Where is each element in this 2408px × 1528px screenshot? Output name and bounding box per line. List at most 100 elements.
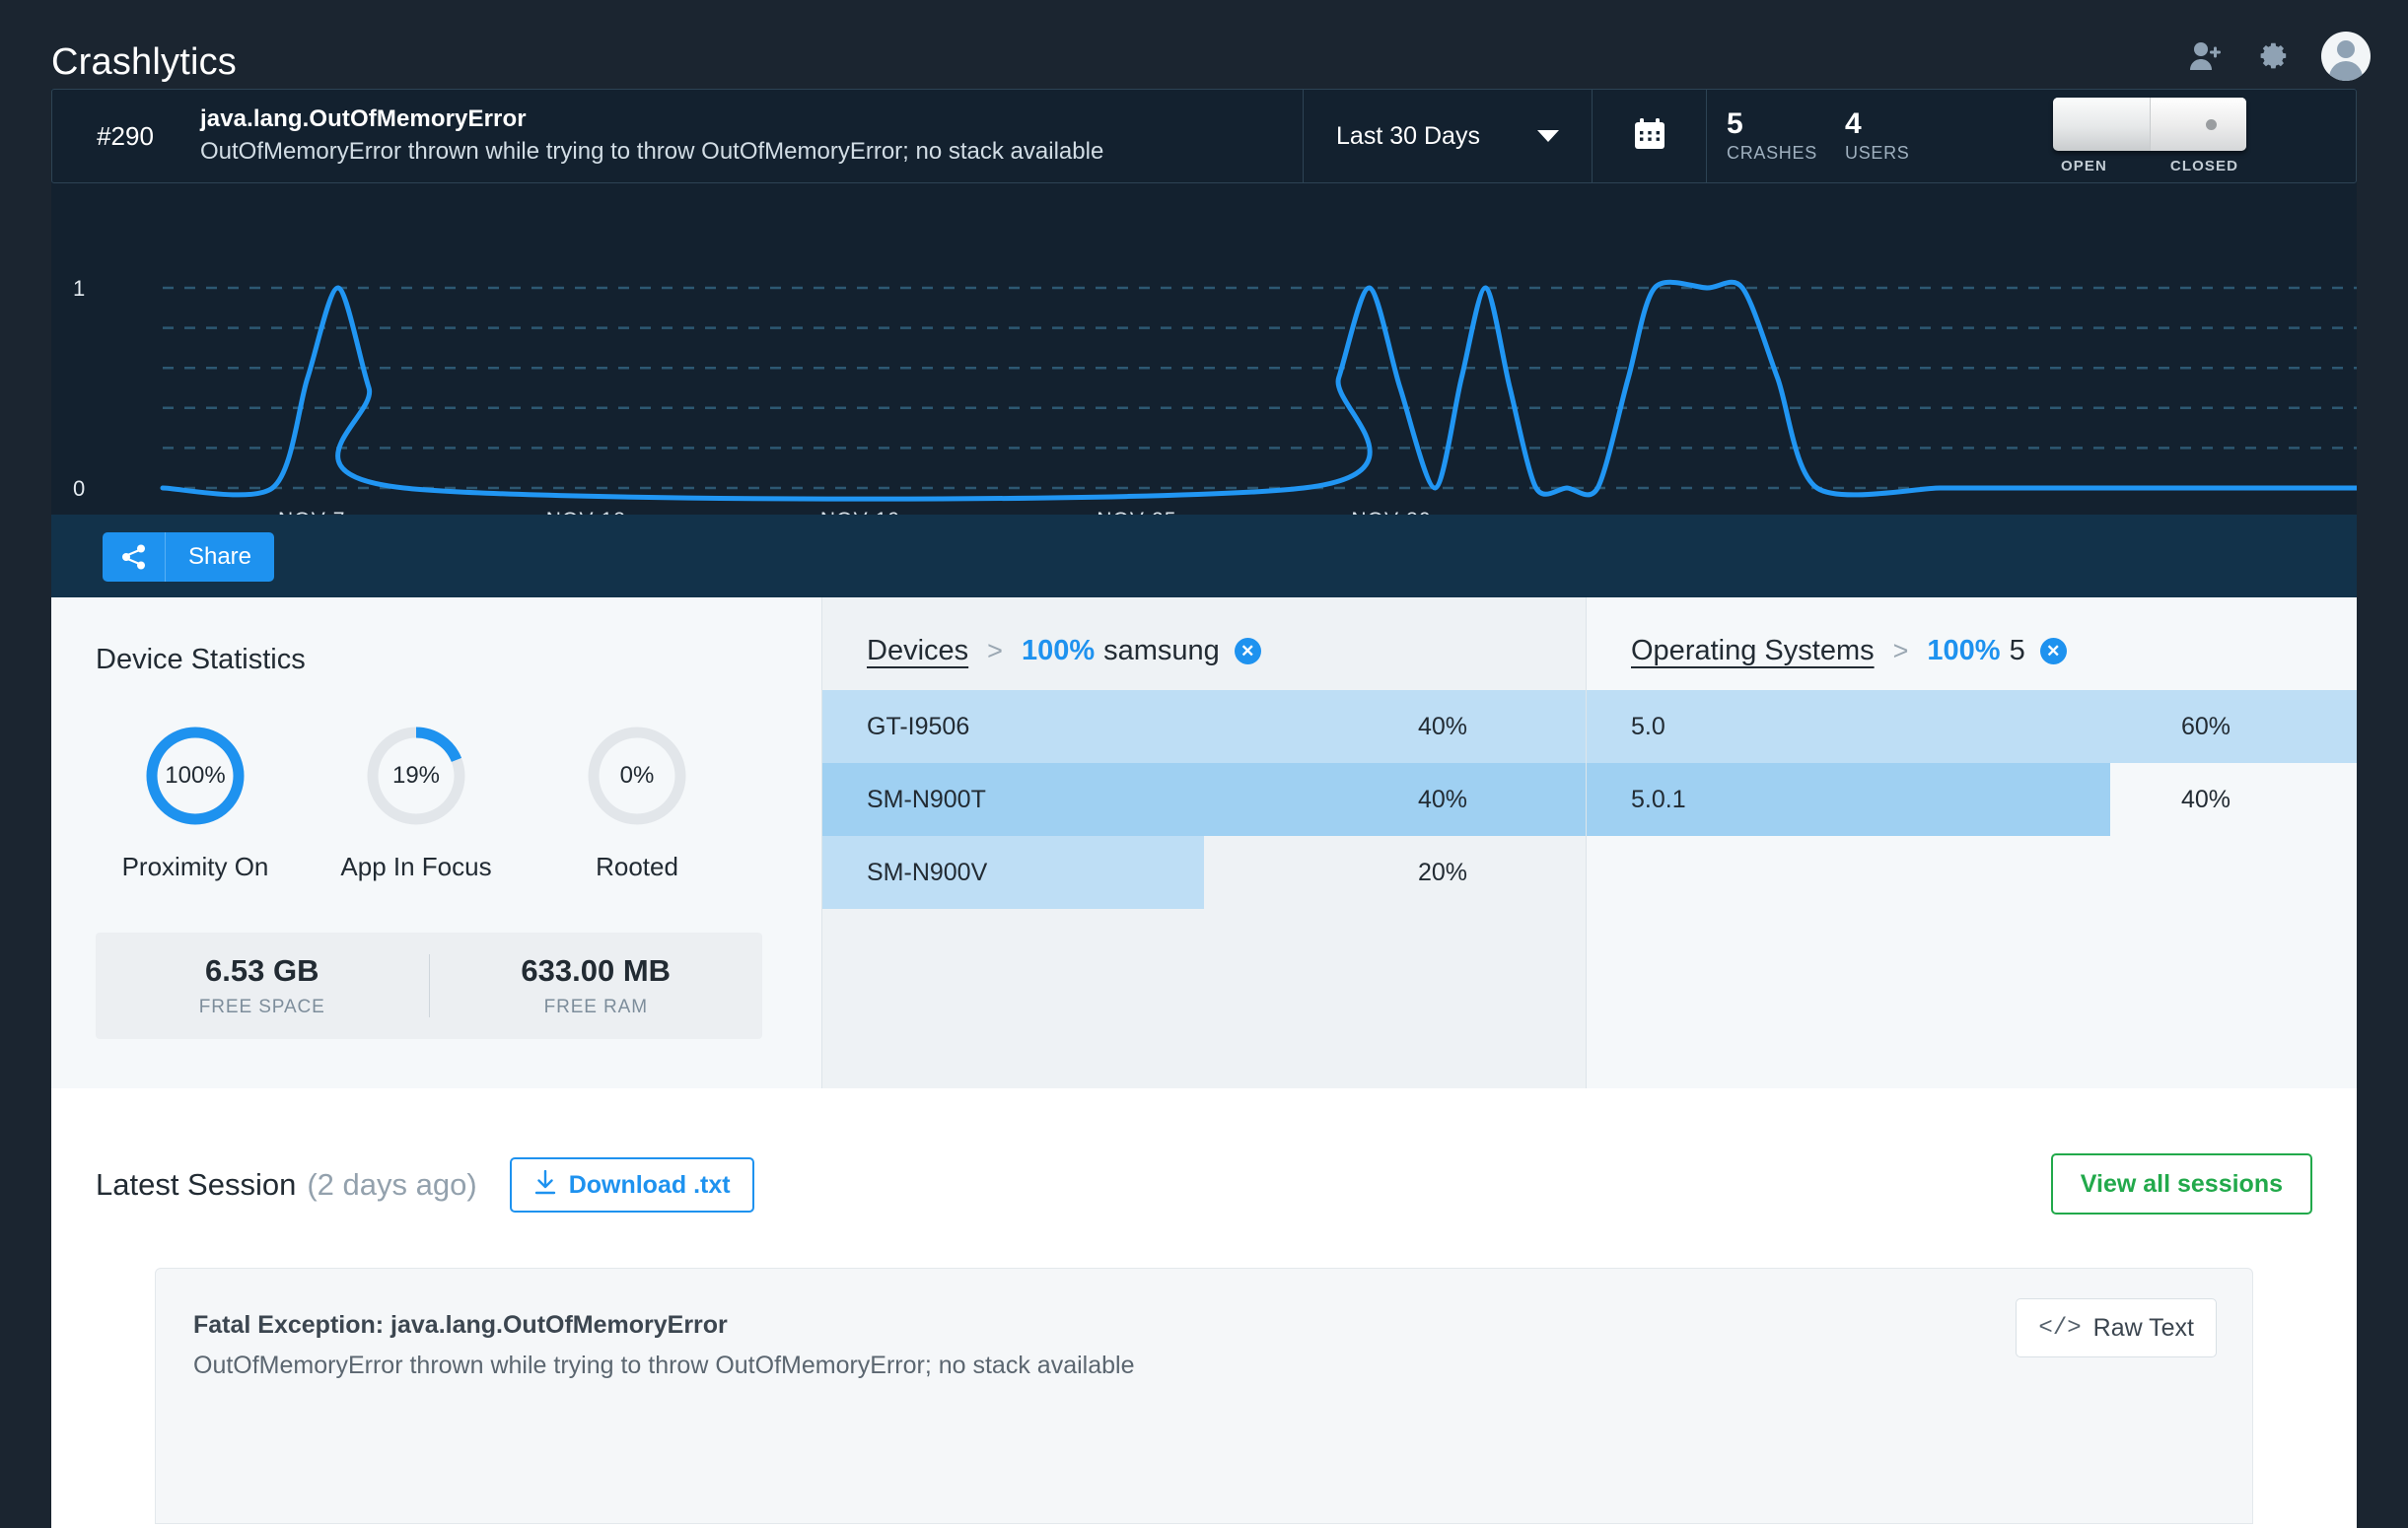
issue-dark-panel: #290 java.lang.OutOfMemoryError OutOfMem… — [51, 89, 2357, 531]
devices-breadcrumb-pct: 100% — [1021, 635, 1096, 666]
donut-chart: 19% — [364, 724, 468, 828]
toggle-open-label: OPEN — [2061, 158, 2107, 174]
open-closed-toggle-cell: OPEN CLOSED — [1944, 90, 2356, 182]
y-tick-bottom: 0 — [73, 476, 86, 501]
crashes-stat: 5 CRASHES — [1707, 90, 1825, 182]
bar-label: 5.0 — [1631, 712, 1665, 740]
toggle-knob — [2150, 98, 2246, 151]
donut-caption: App In Focus — [340, 852, 492, 881]
free-ram-label: FREE RAM — [543, 997, 648, 1017]
toggle-closed-label: CLOSED — [2169, 158, 2238, 174]
share-button[interactable]: Share — [103, 532, 274, 582]
os-breadcrumb-pct: 100% — [1927, 635, 2001, 666]
donut-stat: 100% Proximity On — [85, 724, 306, 882]
free-space-value: 6.53 GB — [205, 953, 319, 988]
memory-box: 6.53 GB FREE SPACE 633.00 MB FREE RAM — [96, 933, 762, 1039]
download-icon — [533, 1169, 557, 1201]
os-breadcrumb-separator: > — [1892, 636, 1909, 665]
donut-caption: Rooted — [596, 852, 678, 881]
donut-chart: 100% — [143, 724, 248, 828]
operating-systems-panel: Operating Systems > 100% 5 ✕ 5.0 60% 5.0.1… — [1586, 597, 2357, 1088]
issue-title: java.lang.OutOfMemoryError — [200, 105, 527, 133]
share-bar: Share — [51, 515, 2357, 597]
free-space-stat: 6.53 GB FREE SPACE — [96, 953, 429, 1018]
users-stat: 4 USERS — [1825, 90, 1944, 182]
issue-text-block: java.lang.OutOfMemoryError OutOfMemoryEr… — [198, 90, 1303, 182]
gear-icon[interactable] — [2254, 37, 2292, 75]
open-closed-toggle[interactable]: OPEN CLOSED — [2053, 98, 2246, 174]
exception-subtitle: OutOfMemoryError thrown while trying to … — [193, 1352, 1135, 1379]
calendar-button[interactable] — [1593, 90, 1707, 182]
donut-value: 0% — [619, 762, 655, 789]
date-range-label: Last 30 Days — [1336, 121, 1480, 150]
light-content: Device Statistics 100% Proximity On 19% App… — [51, 597, 2357, 1528]
bar-percent: 40% — [1417, 712, 1467, 740]
raw-text-label: Raw Text — [2092, 1313, 2194, 1342]
users-value: 4 — [1845, 106, 1862, 140]
crashes-value: 5 — [1727, 106, 1743, 140]
share-icon — [103, 532, 166, 582]
download-txt-button[interactable]: Download .txt — [509, 1157, 754, 1213]
os-breadcrumb-root[interactable]: Operating Systems — [1631, 635, 1875, 667]
free-ram-value: 633.00 MB — [521, 953, 672, 988]
devices-breadcrumb-root[interactable]: Devices — [867, 635, 968, 667]
raw-text-button[interactable]: </> Raw Text — [2016, 1298, 2217, 1357]
donut-stat: 0% Rooted — [527, 724, 747, 882]
donut-value: 100% — [165, 762, 226, 789]
topbar-icon-group — [2187, 32, 2371, 81]
bar-label: SM-N900V — [867, 858, 988, 886]
date-range-dropdown[interactable]: Last 30 Days — [1303, 90, 1593, 182]
bar-fill — [1587, 690, 2357, 763]
app-root: Crashlytics #290 java.lang.OutOfMemoryEr… — [0, 0, 2408, 1528]
device-statistics-title: Device Statistics — [96, 644, 306, 675]
os-breadcrumb: Operating Systems > 100% 5 ✕ — [1631, 635, 2067, 667]
session-timestamp: (2 days ago) — [307, 1167, 477, 1202]
avatar-body — [2329, 61, 2363, 81]
donut-group: 100% Proximity On 19% App In Focus 0% Rooted — [85, 724, 795, 882]
bar-row[interactable]: SM-N900V 20% — [822, 836, 1586, 909]
view-all-sessions-label: View all sessions — [2080, 1169, 2283, 1198]
donut-caption: Proximity On — [121, 852, 269, 881]
bar-row[interactable]: 5.0 60% — [1587, 690, 2357, 763]
bar-row[interactable]: SM-N900T 40% — [822, 763, 1586, 836]
bar-row[interactable]: 5.0.1 40% — [1587, 763, 2357, 836]
clear-filter-icon[interactable]: ✕ — [1234, 638, 1261, 664]
devices-breadcrumb-separator: > — [987, 636, 1003, 665]
devices-breadcrumb-name: samsung — [1103, 635, 1220, 666]
free-space-label: FREE SPACE — [198, 997, 325, 1017]
donut-stat: 19% App In Focus — [306, 724, 527, 882]
issue-number: #290 — [97, 120, 154, 151]
os-bar-list: 5.0 60% 5.0.1 40% — [1587, 690, 2357, 836]
devices-panel: Devices > 100% samsung ✕ GT-I9506 40% SM-N… — [821, 597, 1586, 1088]
issue-subtitle: OutOfMemoryError thrown while trying to … — [200, 138, 1104, 166]
bar-percent: 40% — [1417, 785, 1467, 813]
device-statistics-panel: Device Statistics 100% Proximity On 19% App… — [51, 597, 821, 1088]
calendar-icon — [1632, 116, 1667, 157]
os-breadcrumb-name: 5 — [2009, 635, 2025, 666]
latest-session-section: Latest Session (2 days ago) Download .tx… — [51, 1088, 2357, 1528]
user-plus-icon[interactable] — [2187, 37, 2225, 75]
session-header: Latest Session (2 days ago) Download .tx… — [96, 1157, 754, 1213]
devices-breadcrumb: Devices > 100% samsung ✕ — [867, 635, 1261, 667]
donut-value: 19% — [391, 762, 441, 789]
exception-card: Fatal Exception: java.lang.OutOfMemoryEr… — [155, 1268, 2253, 1524]
chart-line — [160, 279, 2357, 502]
statistics-row: Device Statistics 100% Proximity On 19% App… — [51, 597, 2357, 1088]
download-txt-label: Download .txt — [568, 1170, 731, 1199]
view-all-sessions-button[interactable]: View all sessions — [2050, 1153, 2312, 1215]
toggle-labels: OPEN CLOSED — [2053, 158, 2246, 174]
clear-filter-icon[interactable]: ✕ — [2039, 638, 2067, 664]
bar-percent: 40% — [2180, 785, 2231, 813]
chart-svg — [160, 279, 2357, 502]
avatar[interactable] — [2321, 32, 2371, 81]
crashes-label: CRASHES — [1727, 143, 1817, 164]
toggle-track — [2053, 98, 2246, 151]
share-label: Share — [187, 543, 252, 570]
exception-title: Fatal Exception: java.lang.OutOfMemoryEr… — [193, 1311, 728, 1339]
users-label: USERS — [1845, 143, 1910, 164]
issue-summary-bar: #290 java.lang.OutOfMemoryError OutOfMem… — [51, 89, 2357, 183]
bar-percent: 20% — [1417, 858, 1467, 886]
free-ram-stat: 633.00 MB FREE RAM — [430, 953, 763, 1018]
session-title: Latest Session — [96, 1167, 297, 1202]
bar-row[interactable]: GT-I9506 40% — [822, 690, 1586, 763]
